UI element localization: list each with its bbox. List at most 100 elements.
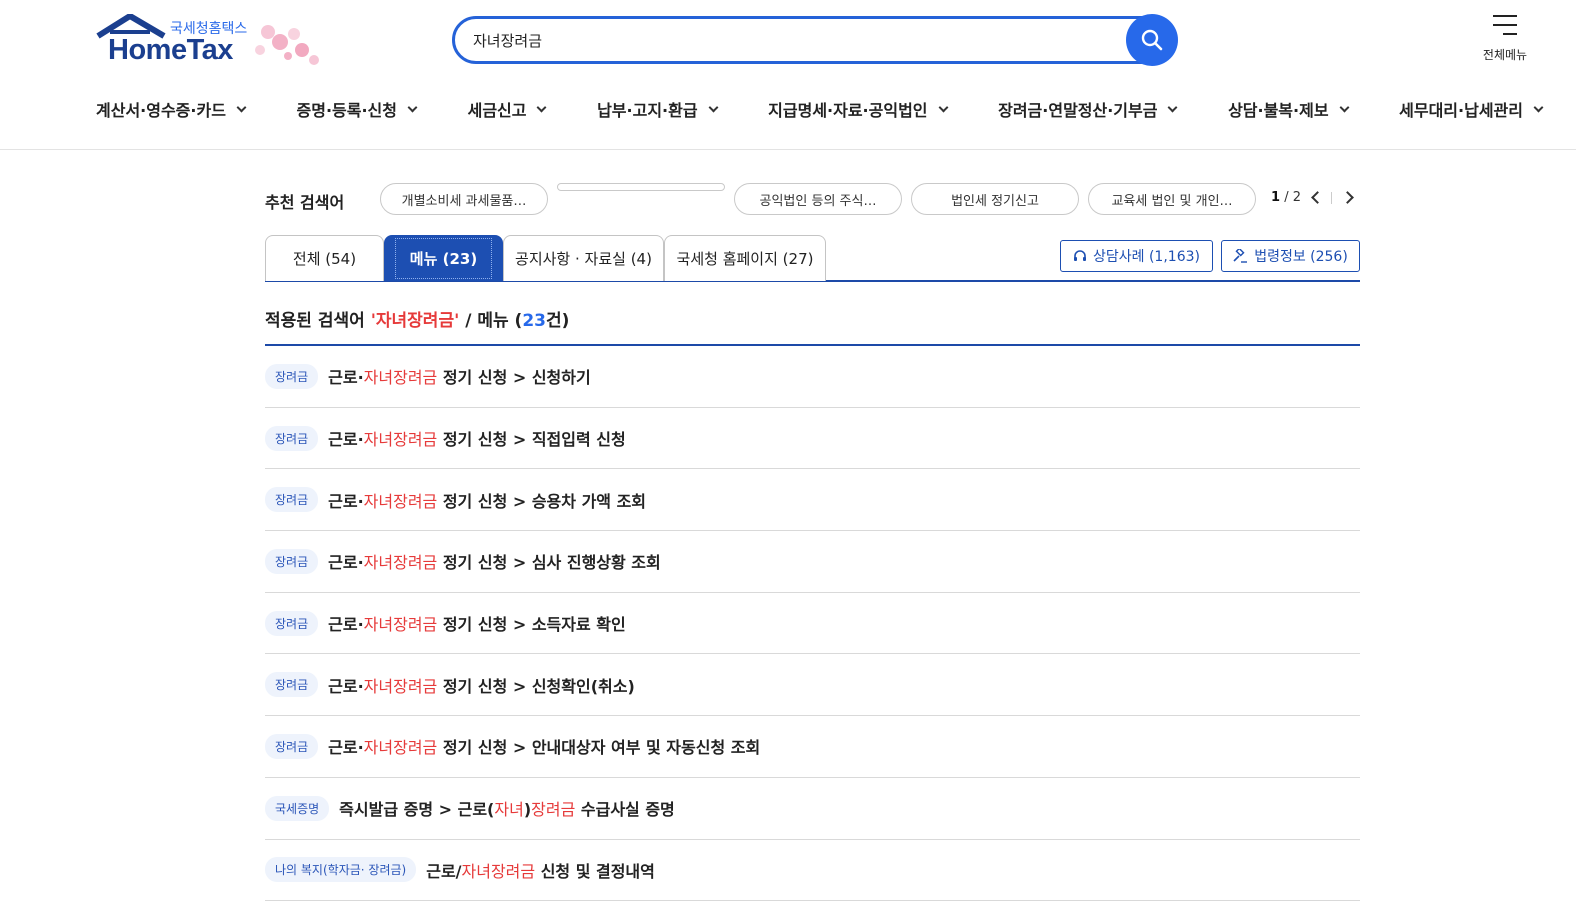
- chevron-down-icon: [708, 102, 719, 112]
- category-badge: 국세증명: [265, 795, 330, 821]
- nav-item-payment[interactable]: 납부·고지·환급: [597, 96, 719, 122]
- chevron-down-icon: [1339, 102, 1349, 112]
- nav-item-invoice[interactable]: 계산서·영수증·카드: [96, 96, 247, 122]
- search-bar: [452, 14, 1178, 66]
- summary-suffix: 건): [545, 311, 570, 331]
- hometax-logo[interactable]: 국세청홈택스 HomeTax: [96, 14, 336, 72]
- tab-notice[interactable]: 공지사항 · 자료실 (4): [503, 235, 664, 281]
- result-title: 근로·자녀장려금 정기 신청 > 신청하기: [328, 364, 591, 388]
- nav-item-certificate[interactable]: 증명·등록·신청: [297, 96, 418, 122]
- result-row[interactable]: 장려금 근로·자녀장려금 정기 신청 > 소득자료 확인: [265, 593, 1360, 655]
- title-text: 정기 신청 > 신청하기: [437, 368, 591, 388]
- tab-menu-label: 메뉴 (23): [394, 238, 493, 279]
- tab-nts-homepage[interactable]: 국세청 홈페이지 (27): [664, 235, 826, 281]
- result-row[interactable]: 장려금 근로·자녀장려금 정기 신청 > 신청확인(취소): [265, 654, 1360, 717]
- chevron-down-icon: [537, 102, 547, 112]
- result-row[interactable]: 장려금 근로·자녀장려금 정기 신청 > 안내대상자 여부 및 자동신청 조회: [265, 716, 1360, 778]
- result-row[interactable]: 장려금 근로·자녀장려금 정기 신청 > 직접입력 신청: [265, 408, 1360, 470]
- result-title: 근로·자녀장려금 정기 신청 > 직접입력 신청: [328, 426, 626, 450]
- chevron-right-icon[interactable]: [1341, 191, 1354, 204]
- search-button[interactable]: [1126, 14, 1178, 66]
- chevron-left-icon[interactable]: [1311, 191, 1324, 204]
- page-current: 1: [1271, 190, 1281, 205]
- category-badge: 장려금: [265, 363, 319, 389]
- result-row[interactable]: 장려금 근로·자녀장려금 정기 신청 > 신청하기: [265, 346, 1360, 408]
- nav-item-tax-return[interactable]: 세금신고: [467, 96, 547, 122]
- category-badge: 장려금: [265, 487, 319, 513]
- result-title: 근로·자녀장려금 정기 신청 > 심사 진행상황 조회: [328, 549, 661, 573]
- gavel-icon: [1233, 248, 1248, 263]
- tab-all[interactable]: 전체 (54): [265, 235, 384, 281]
- title-highlight: 자녀장려금: [363, 491, 438, 511]
- recommended-chip[interactable]: [557, 183, 725, 191]
- title-text: 정기 신청 > 직접입력 신청: [437, 430, 626, 450]
- law-info-button[interactable]: 법령정보 (256): [1221, 240, 1360, 272]
- summary-mid: / 메뉴 (: [459, 311, 523, 331]
- title-text: 근로·: [328, 491, 364, 511]
- result-row[interactable]: 장려금 근로·자녀장려금 정기 신청 > 승용차 가액 조회: [265, 469, 1360, 532]
- tab-menu[interactable]: 메뉴 (23): [384, 235, 503, 281]
- nav-label: 세무대리·납세관리: [1399, 101, 1523, 120]
- category-badge: 장려금: [265, 425, 319, 451]
- applied-search-summary: 적용된 검색어 '자녀장려금' / 메뉴 (23건): [265, 306, 1360, 346]
- chevron-down-icon: [1168, 102, 1178, 112]
- cherry-blossom-icon: [255, 25, 319, 65]
- nav-item-consultation[interactable]: 상담·불복·제보: [1228, 96, 1349, 122]
- chevron-down-icon: [236, 102, 247, 112]
- logo-title: HomeTax: [108, 34, 233, 66]
- chevron-down-icon: [1533, 102, 1544, 112]
- all-menu-label: 전체메뉴: [1482, 48, 1528, 62]
- title-text: 근로·: [328, 553, 364, 573]
- result-list: 장려금 근로·자녀장려금 정기 신청 > 신청하기 장려금 근로·자녀장려금 정…: [265, 346, 1360, 902]
- hamburger-icon: [1493, 15, 1517, 35]
- nav-label: 상담·불복·제보: [1228, 101, 1329, 120]
- title-highlight: 자녀장려금: [461, 861, 536, 881]
- category-badge: 나의 복지(학자금· 장려금): [265, 857, 417, 883]
- title-text: 신청 및 결정내역: [535, 861, 655, 881]
- result-row[interactable]: 나의 복지(학자금· 장려금) 근로/자녀장려금 신청 및 결정내역: [265, 840, 1360, 902]
- result-title: 근로·자녀장려금 정기 신청 > 안내대상자 여부 및 자동신청 조회: [328, 734, 760, 758]
- result-tabs: 전체 (54) 메뉴 (23) 공지사항 · 자료실 (4) 국세청 홈페이지 …: [265, 235, 1360, 282]
- title-text: 정기 신청 > 안내대상자 여부 및 자동신청 조회: [437, 738, 761, 758]
- chevron-down-icon: [407, 102, 418, 112]
- search-input[interactable]: [452, 16, 1142, 64]
- recommended-chip[interactable]: 개별소비세 과세물품…: [380, 183, 548, 215]
- result-row[interactable]: 국세증명 즉시발급 증명 > 근로(자녀)장려금 수급사실 증명: [265, 778, 1360, 840]
- title-text: 근로/: [426, 861, 462, 881]
- summary-keyword: '자녀장려금': [370, 311, 460, 331]
- category-badge: 장려금: [265, 733, 319, 759]
- page-total: / 2: [1284, 190, 1301, 205]
- category-badge: 장려금: [265, 610, 319, 636]
- search-icon: [1141, 29, 1163, 51]
- nav-label: 장려금·연말정산·기부금: [998, 101, 1158, 120]
- pagination-divider: [1331, 192, 1332, 204]
- recommended-chip[interactable]: 교육세 법인 및 개인…: [1088, 183, 1256, 215]
- recommended-chip[interactable]: 공익법인 등의 주식…: [734, 183, 902, 215]
- title-highlight: 자녀장려금: [363, 676, 438, 696]
- nav-item-statement[interactable]: 지급명세·자료·공익법인: [768, 96, 948, 122]
- title-text: 정기 신청 > 심사 진행상황 조회: [437, 553, 661, 573]
- result-title: 즉시발급 증명 > 근로(자녀)장려금 수급사실 증명: [339, 796, 675, 820]
- all-menu-button[interactable]: 전체메뉴: [1470, 14, 1540, 63]
- recommended-chip[interactable]: 법인세 정기신고: [911, 183, 1079, 215]
- chevron-down-icon: [938, 102, 948, 112]
- nav-label: 세금신고: [467, 101, 527, 120]
- consult-cases-button[interactable]: 상담사례 (1,163): [1060, 240, 1213, 272]
- summary-count: 23: [522, 311, 546, 331]
- title-highlight: 자녀장려금: [363, 368, 438, 388]
- nav-item-incentive[interactable]: 장려금·연말정산·기부금: [998, 96, 1178, 122]
- title-text: 정기 신청 > 소득자료 확인: [437, 615, 626, 635]
- title-text: 근로·: [328, 430, 364, 450]
- title-text: 근로·: [328, 368, 364, 388]
- title-highlight: 자녀장려금: [363, 738, 438, 758]
- nav-item-tax-agent[interactable]: 세무대리·납세관리: [1399, 96, 1544, 122]
- title-highlight: 자녀장려금: [363, 553, 438, 573]
- title-highlight: 자녀: [494, 800, 524, 820]
- result-title: 근로·자녀장려금 정기 신청 > 소득자료 확인: [328, 611, 626, 635]
- header: 국세청홈택스 HomeTax 전체메뉴 계산서·영수증·카드: [0, 0, 1576, 150]
- summary-prefix: 적용된 검색어: [265, 311, 371, 331]
- result-title: 근로·자녀장려금 정기 신청 > 승용차 가액 조회: [328, 488, 646, 512]
- nav-label: 납부·고지·환급: [597, 101, 698, 120]
- nav-label: 지급명세·자료·공익법인: [768, 101, 928, 120]
- result-row[interactable]: 장려금 근로·자녀장려금 정기 신청 > 심사 진행상황 조회: [265, 531, 1360, 593]
